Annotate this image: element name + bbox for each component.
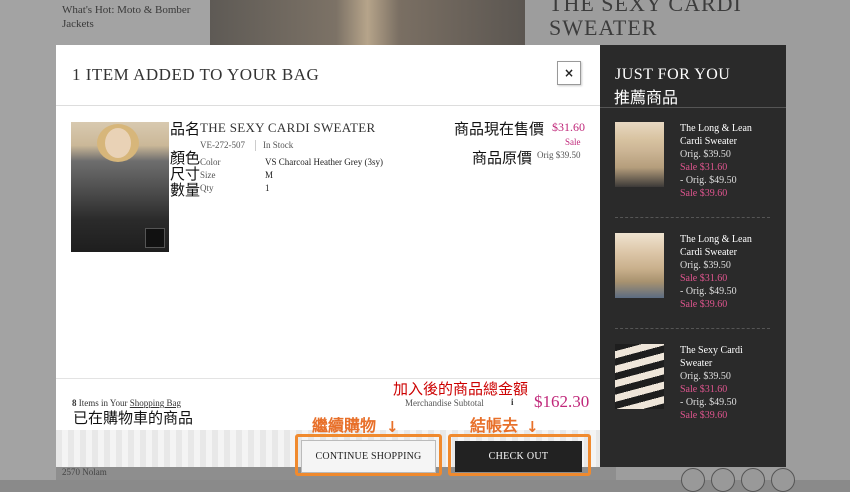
recommendation-name[interactable]: The Long & Lean Cardi Sweater xyxy=(680,122,765,148)
recommendation-item[interactable]: The Long & Lean Cardi Sweater Orig. $39.… xyxy=(615,122,770,222)
recommendation-thumbnail[interactable] xyxy=(615,344,664,409)
recommendation-sale-price-2: Sale $39.60 xyxy=(680,188,728,199)
annotation-continue-shopping: 繼續購物 xyxy=(312,418,377,435)
annotation-current-price: 商品現在售價 xyxy=(454,122,545,138)
sku-separator xyxy=(255,140,256,151)
recommendation-thumbnail[interactable] xyxy=(615,233,664,298)
annotation-checkout: 結帳去 xyxy=(470,418,519,435)
annotation-recommended: 推薦商品 xyxy=(614,90,679,107)
recommendation-orig-price: Orig. $39.50 xyxy=(680,371,731,382)
qty-label: Qty xyxy=(200,183,214,193)
subtotal-value: $162.30 xyxy=(534,392,590,411)
recommendation-divider xyxy=(615,328,770,329)
recommendation-orig-price: Orig. $39.50 xyxy=(680,149,731,160)
twitter-icon xyxy=(711,468,735,492)
recommendation-name[interactable]: The Sexy Cardi Sweater xyxy=(680,344,765,370)
email-icon xyxy=(771,468,795,492)
recommendation-orig-price-2: - Orig. $49.50 xyxy=(680,175,737,186)
annotation-qty: 數量 xyxy=(170,183,201,199)
product-image-face xyxy=(105,128,131,158)
recommendation-orig-price-2: - Orig. $49.50 xyxy=(680,397,737,408)
recommendation-item[interactable]: The Long & Lean Cardi Sweater Orig. $39.… xyxy=(615,233,770,333)
color-label: Color xyxy=(200,157,221,167)
background-promo-link: What's Hot: Moto & Bomber Jackets xyxy=(62,4,191,30)
stock-status: In Stock xyxy=(263,140,294,150)
product-image[interactable] xyxy=(71,122,169,252)
annotation-original-price: 商品原價 xyxy=(472,151,533,167)
recommendation-divider xyxy=(615,217,770,218)
recommendation-name[interactable]: The Long & Lean Cardi Sweater xyxy=(680,233,765,259)
modal-title: 1 ITEM ADDED TO YOUR BAG xyxy=(72,65,320,84)
close-button[interactable]: × xyxy=(557,61,581,85)
recommendation-sale-price-2: Sale $39.60 xyxy=(680,410,728,421)
sale-label: Sale xyxy=(565,137,581,147)
info-icon[interactable]: i xyxy=(511,397,514,407)
annotation-subtotal: 加入後的商品總金額 xyxy=(393,382,529,398)
recommendation-sale-price: Sale $31.60 xyxy=(680,384,728,395)
recommendation-thumbnail[interactable] xyxy=(615,122,664,187)
product-sku: VE-272-507 xyxy=(200,140,245,150)
panel-divider xyxy=(600,107,786,108)
background-hero-photo xyxy=(210,0,525,45)
annotation-product-name: 品名 xyxy=(170,122,201,138)
recommendation-sale-price: Sale $31.60 xyxy=(680,273,728,284)
recommendation-orig-price: Orig. $39.50 xyxy=(680,260,731,271)
recommendation-sale-price-2: Sale $39.60 xyxy=(680,299,728,310)
recommendations-panel: JUST FOR YOU 推薦商品 The Long & Lean Cardi … xyxy=(600,45,786,467)
facebook-icon xyxy=(681,468,705,492)
product-name[interactable]: THE SEXY CARDI SWEATER xyxy=(200,120,375,136)
price-original: Orig $39.50 xyxy=(537,150,581,160)
continue-shopping-button[interactable]: CONTINUE SHOPPING xyxy=(301,440,436,473)
background-heading: THE SEXY CARDI SWEATER xyxy=(549,0,742,40)
panel-title: JUST FOR YOU xyxy=(615,66,731,83)
size-label: Size xyxy=(200,170,216,180)
color-swatch xyxy=(145,228,165,248)
recommendation-sale-price: Sale $31.60 xyxy=(680,162,728,173)
recommendation-item[interactable]: The Sexy Cardi Sweater Orig. $39.50 Sale… xyxy=(615,344,770,444)
added-to-bag-modal: 1 ITEM ADDED TO YOUR BAG × 品名 THE SEXY C… xyxy=(56,45,600,476)
color-value: VS Charcoal Heather Grey (3sy) xyxy=(265,157,383,167)
header-divider xyxy=(56,105,600,106)
recommendation-orig-price-2: - Orig. $49.50 xyxy=(680,286,737,297)
price-now: $31.60 xyxy=(552,120,585,134)
subtotal-label: Merchandise Subtotal xyxy=(405,398,484,408)
qty-value: 1 xyxy=(265,183,270,193)
size-value: M xyxy=(265,170,274,180)
background-footer-text: 2570 Nolam xyxy=(62,467,107,477)
checkout-button[interactable]: CHECK OUT xyxy=(455,441,582,472)
pinterest-icon xyxy=(741,468,765,492)
annotation-bag-items: 已在購物車的商品 xyxy=(73,411,194,427)
